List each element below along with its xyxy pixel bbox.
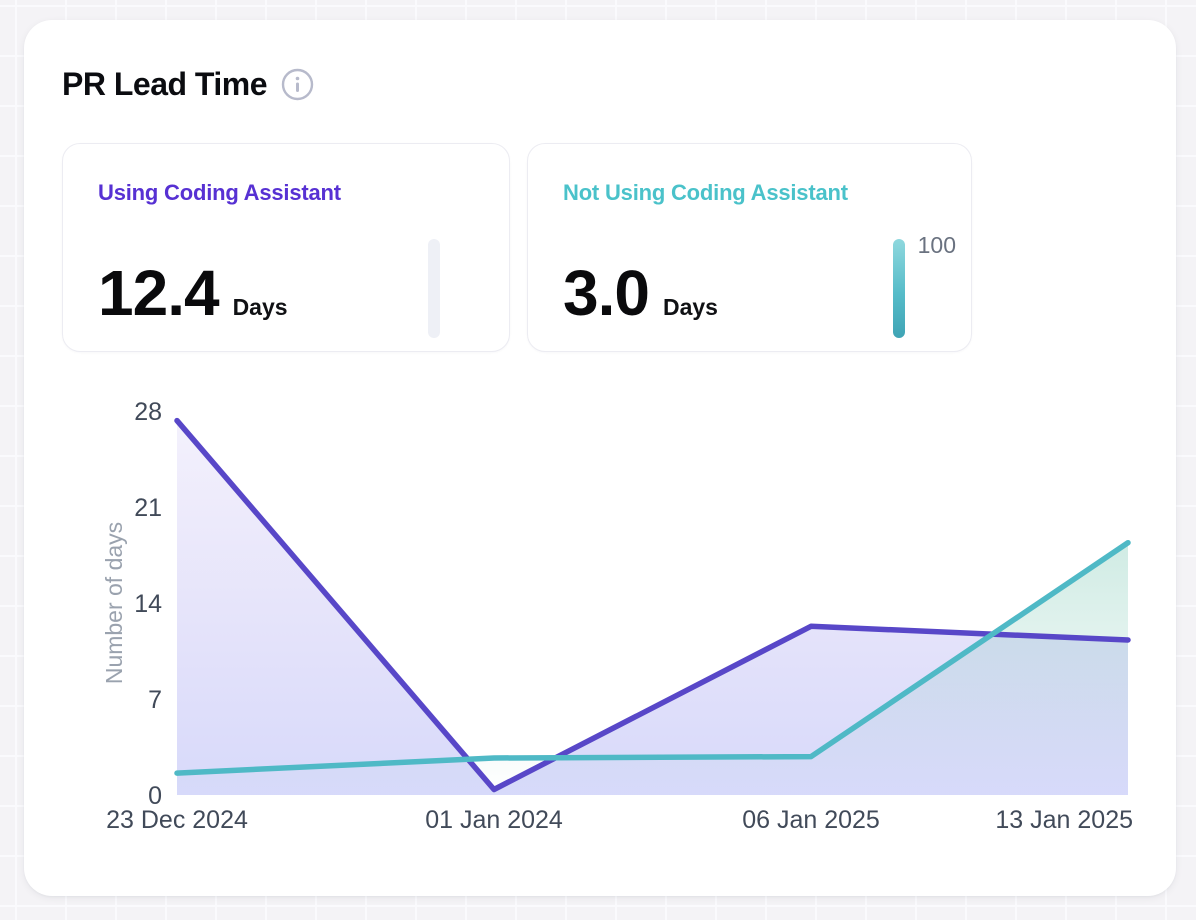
stat-card-using-assistant: Using Coding Assistant 12.4 Days bbox=[62, 143, 510, 352]
x-tick-label: 06 Jan 2025 bbox=[742, 806, 880, 834]
x-tick-label: 13 Jan 2025 bbox=[995, 806, 1133, 834]
info-icon[interactable] bbox=[281, 68, 314, 101]
gauge-bar-filled bbox=[893, 239, 905, 338]
stat-label: Not Using Coding Assistant bbox=[563, 180, 971, 206]
y-tick-label: 21 bbox=[134, 494, 162, 522]
dashboard-page: { "header": { "title": "PR Lead Time" },… bbox=[0, 0, 1196, 920]
stat-value-row: 12.4 Days bbox=[98, 256, 509, 330]
stat-unit: Days bbox=[233, 294, 288, 321]
gauge-scale-label: 100 bbox=[918, 232, 956, 259]
stat-value: 12.4 bbox=[98, 256, 219, 330]
stat-value-row: 3.0 Days bbox=[563, 256, 971, 330]
y-tick-label: 14 bbox=[134, 590, 162, 618]
x-tick-label: 01 Jan 2024 bbox=[425, 806, 563, 834]
page-title: PR Lead Time bbox=[62, 66, 267, 103]
stat-value: 3.0 bbox=[563, 256, 649, 330]
stat-cards-row: Using Coding Assistant 12.4 Days Not Usi… bbox=[62, 143, 972, 352]
pr-lead-time-card: PR Lead Time Using Coding Assistant 12.4… bbox=[24, 20, 1176, 896]
y-tick-label: 7 bbox=[148, 686, 162, 714]
lead-time-chart: 0714212823 Dec 202401 Jan 202406 Jan 202… bbox=[100, 400, 1160, 850]
stat-label: Using Coding Assistant bbox=[98, 180, 509, 206]
y-axis-title: Number of days bbox=[101, 522, 127, 684]
gauge-bar-empty bbox=[428, 239, 440, 338]
stat-card-not-using-assistant: Not Using Coding Assistant 3.0 Days 100 bbox=[527, 143, 972, 352]
x-tick-label: 23 Dec 2024 bbox=[106, 806, 248, 834]
chart-container: 0714212823 Dec 202401 Jan 202406 Jan 202… bbox=[100, 400, 1160, 850]
card-header: PR Lead Time bbox=[62, 66, 314, 103]
stat-unit: Days bbox=[663, 294, 718, 321]
y-tick-label: 28 bbox=[134, 400, 162, 426]
